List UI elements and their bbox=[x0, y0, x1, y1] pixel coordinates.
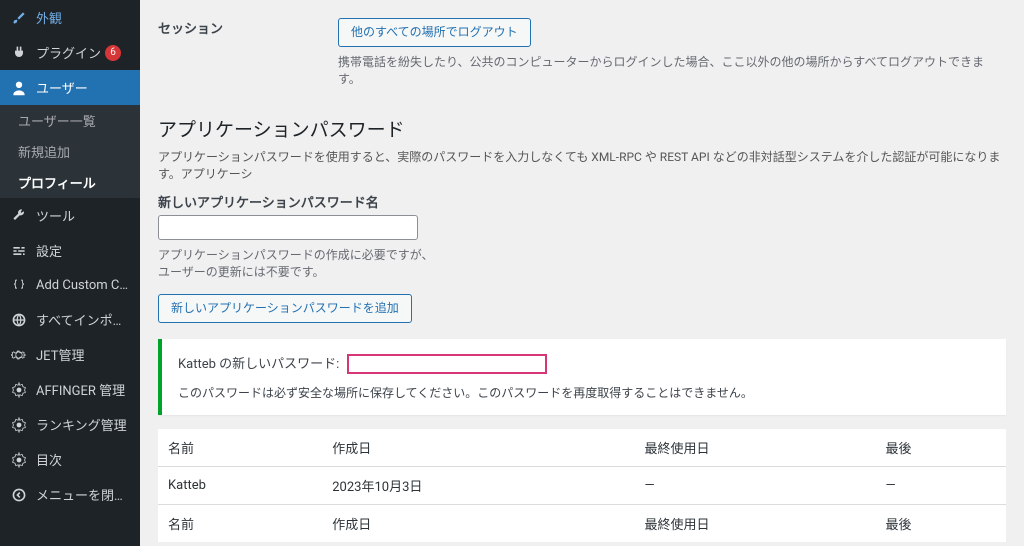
sidebar-item-users[interactable]: ユーザー bbox=[0, 70, 140, 105]
sidebar-item-label: ランキング管理 bbox=[36, 415, 127, 434]
sidebar-item-ranking[interactable]: ランキング管理 bbox=[0, 407, 140, 442]
cell-name: Katteb bbox=[158, 467, 322, 505]
new-password-prefix: Katteb の新しいパスワード: bbox=[178, 357, 339, 372]
braces-icon bbox=[10, 276, 28, 294]
sidebar-item-label: ユーザー bbox=[36, 78, 88, 97]
th-last-ip[interactable]: 最後 bbox=[876, 429, 1006, 467]
plug-icon bbox=[10, 44, 28, 62]
sidebar-item-label: メニューを閉じる bbox=[36, 485, 130, 504]
sidebar-item-custom-css[interactable]: Add Custom CSS bbox=[0, 268, 140, 302]
globe-icon bbox=[10, 311, 28, 329]
app-password-heading: アプリケーションパスワード bbox=[158, 115, 1006, 142]
new-password-help: このパスワードは必ず安全な場所に保存してください。このパスワードを再度取得するこ… bbox=[178, 384, 990, 401]
cell-created: 2023年10月3日 bbox=[322, 467, 634, 505]
new-app-password-name-input[interactable] bbox=[158, 215, 418, 240]
th-created[interactable]: 作成日 bbox=[322, 429, 634, 467]
gear-icon bbox=[10, 416, 28, 434]
sidebar-subitem-users-list[interactable]: ユーザー一覧 bbox=[0, 105, 140, 136]
sidebar-item-label: プラグイン bbox=[36, 43, 101, 62]
app-password-help: アプリケーションパスワードを使用すると、実際のパスワードを入力しなくても XML… bbox=[158, 148, 1006, 182]
sidebar-item-label: すべてインポート bbox=[36, 310, 130, 329]
gear-icon bbox=[10, 451, 28, 469]
session-description: 携帯電話を紛失したり、公共のコンピューターからログインした場合、ここ以外の他の場… bbox=[338, 53, 1006, 87]
add-app-password-button[interactable]: 新しいアプリケーションパスワードを追加 bbox=[158, 294, 412, 323]
table-row: Katteb 2023年10月3日 — — bbox=[158, 467, 1006, 505]
sidebar-subitem-add-new[interactable]: 新規追加 bbox=[0, 136, 140, 167]
sliders-icon bbox=[10, 242, 28, 260]
tf-last-ip[interactable]: 最後 bbox=[876, 505, 1006, 543]
admin-sidebar: 外観 プラグイン 6 ユーザー ユーザー一覧 新規追加 プロフィール ツール 設… bbox=[0, 0, 140, 546]
sidebar-item-collapse[interactable]: メニューを閉じる bbox=[0, 477, 140, 512]
tf-created[interactable]: 作成日 bbox=[322, 505, 634, 543]
sidebar-submenu-users: ユーザー一覧 新規追加 プロフィール bbox=[0, 105, 140, 198]
session-row: セッション 他のすべての場所でログアウト 携帯電話を紛失したり、公共のコンピュー… bbox=[158, 0, 1006, 97]
tf-name[interactable]: 名前 bbox=[158, 505, 322, 543]
main-content: セッション 他のすべての場所でログアウト 携帯電話を紛失したり、公共のコンピュー… bbox=[140, 0, 1024, 546]
sidebar-subitem-profile[interactable]: プロフィール bbox=[0, 167, 140, 198]
sidebar-item-label: 目次 bbox=[36, 450, 62, 469]
wrench-icon bbox=[10, 207, 28, 225]
sidebar-item-appearance[interactable]: 外観 bbox=[0, 0, 140, 35]
new-app-password-name-label: 新しいアプリケーションパスワード名 bbox=[158, 192, 1006, 211]
th-name[interactable]: 名前 bbox=[158, 429, 322, 467]
cell-last-used: — bbox=[635, 467, 876, 505]
new-password-line: Katteb の新しいパスワード: bbox=[178, 353, 990, 375]
sidebar-item-label: ツール bbox=[36, 206, 75, 225]
sidebar-item-label: 外観 bbox=[36, 8, 62, 27]
sidebar-item-jet[interactable]: JET管理 bbox=[0, 337, 140, 372]
gear-icon bbox=[10, 346, 28, 364]
new-password-value-box bbox=[347, 354, 547, 374]
th-last-used[interactable]: 最終使用日 bbox=[635, 429, 876, 467]
sidebar-item-affinger[interactable]: AFFINGER 管理 bbox=[0, 372, 140, 407]
logout-everywhere-button[interactable]: 他のすべての場所でログアウト bbox=[338, 18, 531, 47]
brush-icon bbox=[10, 9, 28, 27]
sidebar-item-label: AFFINGER 管理 bbox=[36, 380, 125, 399]
sidebar-item-plugins[interactable]: プラグイン 6 bbox=[0, 35, 140, 70]
tf-last-used[interactable]: 最終使用日 bbox=[635, 505, 876, 543]
user-icon bbox=[10, 79, 28, 97]
sidebar-item-label: Add Custom CSS bbox=[36, 278, 130, 293]
sidebar-item-label: 設定 bbox=[36, 241, 62, 260]
cell-last-ip: — bbox=[876, 467, 1006, 505]
update-count-badge: 6 bbox=[105, 45, 121, 61]
sidebar-item-tools[interactable]: ツール bbox=[0, 198, 140, 233]
gear-icon bbox=[10, 381, 28, 399]
collapse-icon bbox=[10, 486, 28, 504]
sidebar-item-toc[interactable]: 目次 bbox=[0, 442, 140, 477]
sidebar-item-settings[interactable]: 設定 bbox=[0, 233, 140, 268]
new-password-notice: Katteb の新しいパスワード: このパスワードは必ず安全な場所に保存してくだ… bbox=[158, 339, 1006, 416]
app-password-table: 名前 作成日 最終使用日 最後 Katteb 2023年10月3日 — — 名前… bbox=[158, 429, 1006, 542]
sidebar-item-label: JET管理 bbox=[36, 345, 84, 364]
sidebar-item-import-all[interactable]: すべてインポート bbox=[0, 302, 140, 337]
app-password-name-help: アプリケーションパスワードの作成に必要ですが、 ユーザーの更新には不要です。 bbox=[158, 246, 1006, 280]
session-label: セッション bbox=[158, 18, 338, 37]
